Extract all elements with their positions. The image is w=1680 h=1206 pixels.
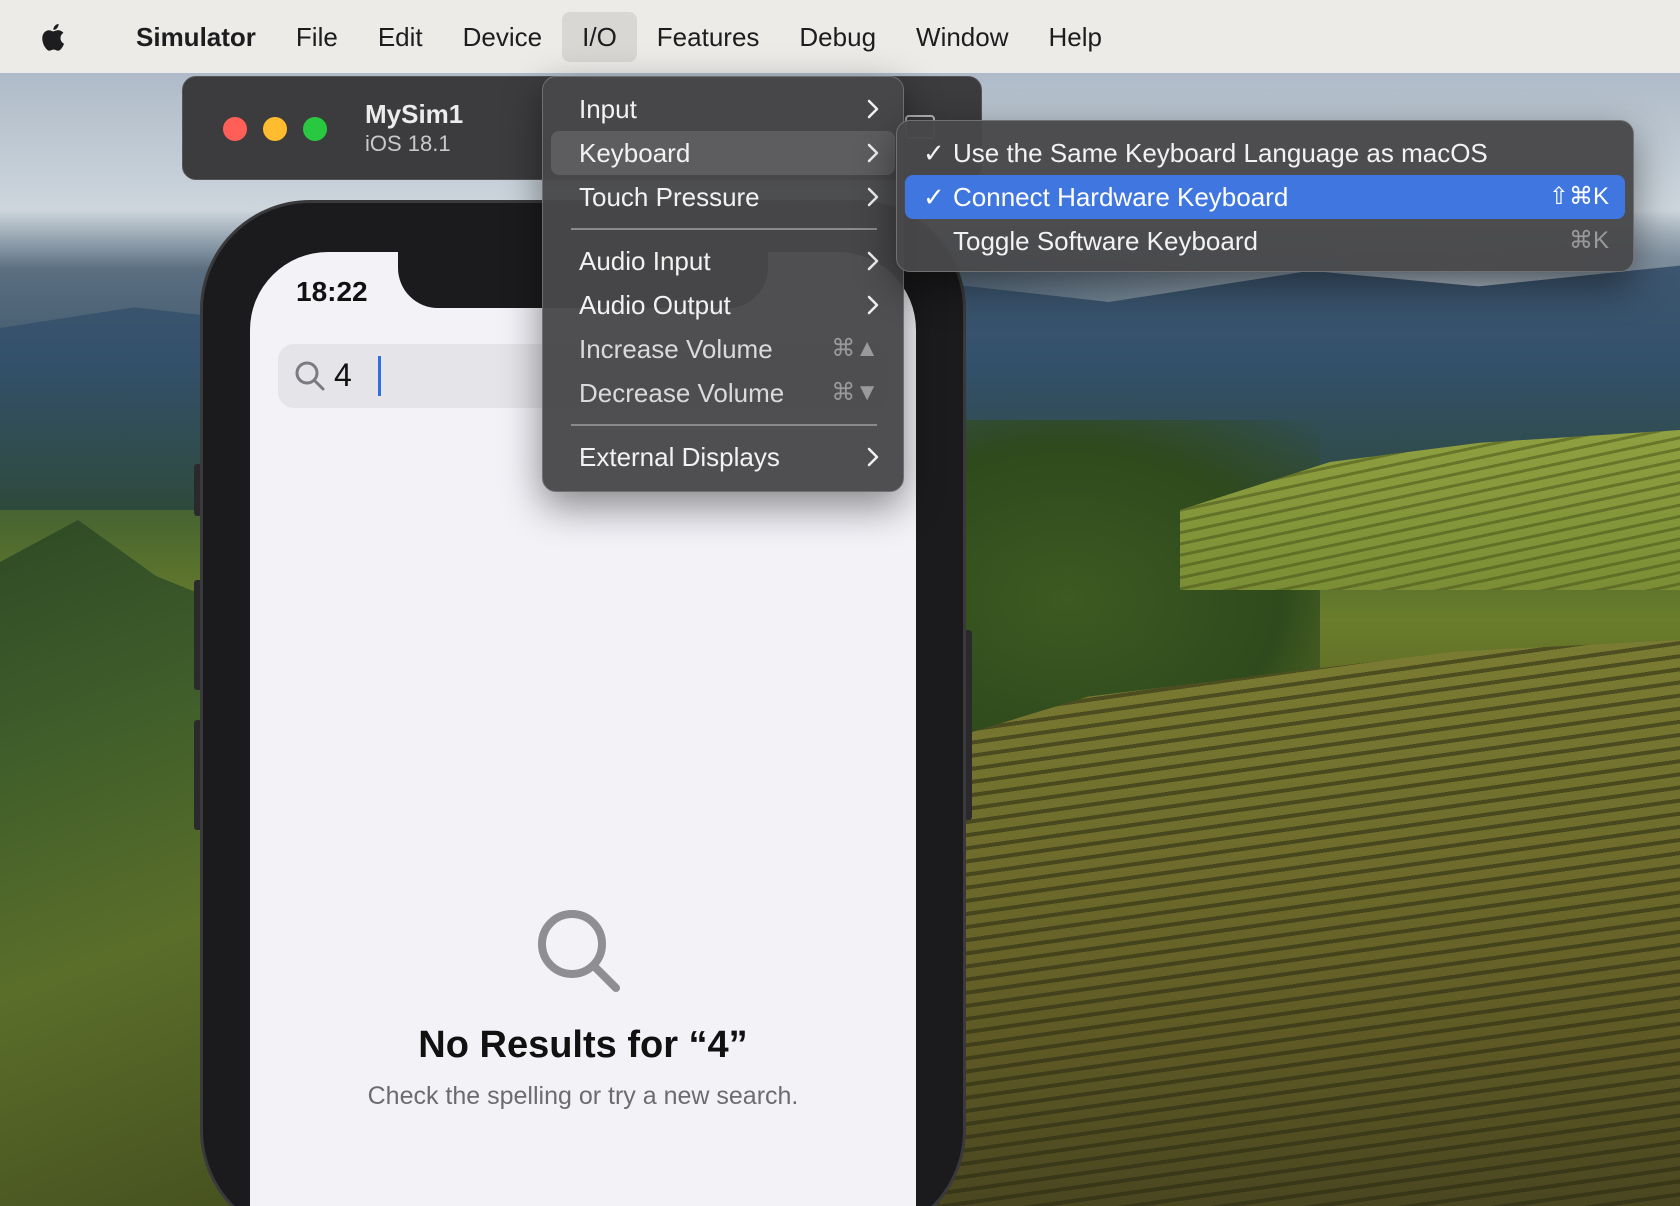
- menu-item-keyboard[interactable]: Keyboard: [551, 131, 895, 175]
- menu-item-external-displays[interactable]: External Displays: [551, 435, 895, 479]
- menu-item-label: Toggle Software Keyboard: [953, 226, 1258, 256]
- wallpaper-vineyard: [940, 640, 1680, 1206]
- minimize-window-button[interactable]: [263, 117, 287, 141]
- menu-item-same-keyboard-language[interactable]: ✓ Use the Same Keyboard Language as macO…: [905, 131, 1625, 175]
- no-results-title: No Results for “4”: [418, 1024, 748, 1066]
- no-results-hint: Check the spelling or try a new search.: [367, 1082, 799, 1110]
- menu-item-decrease-volume[interactable]: Decrease Volume ⌘▼: [551, 371, 895, 415]
- menu-edit[interactable]: Edit: [358, 12, 443, 62]
- menu-device[interactable]: Device: [443, 12, 562, 62]
- menu-file[interactable]: File: [276, 12, 358, 62]
- checkmark-icon: ✓: [923, 138, 945, 168]
- apple-menu-icon[interactable]: [40, 20, 68, 54]
- menu-item-label: Decrease Volume: [579, 378, 785, 408]
- device-os-version: iOS 18.1: [365, 131, 451, 156]
- menu-debug[interactable]: Debug: [779, 12, 896, 62]
- magnifying-glass-icon: [538, 910, 620, 992]
- chevron-right-icon: [867, 187, 879, 207]
- chevron-right-icon: [867, 447, 879, 467]
- menu-item-audio-input[interactable]: Audio Input: [551, 239, 895, 283]
- menu-item-label: Keyboard: [579, 138, 691, 168]
- menu-bar: Simulator File Edit Device I/O Features …: [0, 0, 1680, 73]
- toggle-software-shortcut: ⌘K: [1568, 227, 1609, 254]
- menu-io[interactable]: I/O: [562, 11, 637, 62]
- device-name: MySim1: [365, 99, 464, 129]
- menu-item-label: Input: [579, 94, 637, 124]
- text-caret: [378, 356, 381, 396]
- menu-item-audio-output[interactable]: Audio Output: [551, 283, 895, 327]
- chevron-right-icon: [867, 251, 879, 271]
- io-menu: Input Keyboard Touch Pressure Audio Inpu…: [542, 76, 904, 492]
- chevron-right-icon: [867, 143, 879, 163]
- menu-item-label: External Displays: [579, 442, 780, 472]
- chevron-right-icon: [867, 99, 879, 119]
- menu-item-connect-hardware-keyboard[interactable]: ✓ Connect Hardware Keyboard ⇧⌘K: [905, 175, 1625, 219]
- menu-item-label: Touch Pressure: [579, 182, 760, 212]
- status-time: 18:22: [296, 276, 368, 307]
- menu-item-input[interactable]: Input: [551, 87, 895, 131]
- menu-item-label: Use the Same Keyboard Language as macOS: [953, 138, 1488, 168]
- chevron-right-icon: [867, 295, 879, 315]
- zoom-window-button[interactable]: [303, 117, 327, 141]
- menu-window[interactable]: Window: [896, 12, 1028, 62]
- menu-item-increase-volume[interactable]: Increase Volume ⌘▲: [551, 327, 895, 371]
- search-icon: [295, 361, 325, 391]
- menu-separator: [571, 228, 877, 230]
- keyboard-submenu: ✓ Use the Same Keyboard Language as macO…: [896, 120, 1634, 272]
- menu-separator: [571, 424, 877, 426]
- decrease-volume-shortcut: ⌘▼: [831, 379, 879, 406]
- menu-item-label: Increase Volume: [579, 334, 773, 364]
- menu-features[interactable]: Features: [637, 12, 780, 62]
- menu-item-label: Audio Input: [579, 246, 711, 276]
- search-input-text[interactable]: 4: [334, 357, 352, 394]
- menu-help[interactable]: Help: [1029, 12, 1122, 62]
- menu-app-simulator[interactable]: Simulator: [116, 12, 276, 62]
- menu-item-toggle-software-keyboard[interactable]: Toggle Software Keyboard ⌘K: [905, 219, 1625, 263]
- menu-item-label: Audio Output: [579, 290, 731, 320]
- checkmark-icon: ✓: [923, 182, 945, 212]
- menu-item-touch-pressure[interactable]: Touch Pressure: [551, 175, 895, 219]
- connect-hardware-shortcut: ⇧⌘K: [1548, 183, 1609, 210]
- menu-item-label: Connect Hardware Keyboard: [953, 182, 1289, 212]
- increase-volume-shortcut: ⌘▲: [831, 335, 879, 362]
- close-window-button[interactable]: [223, 117, 247, 141]
